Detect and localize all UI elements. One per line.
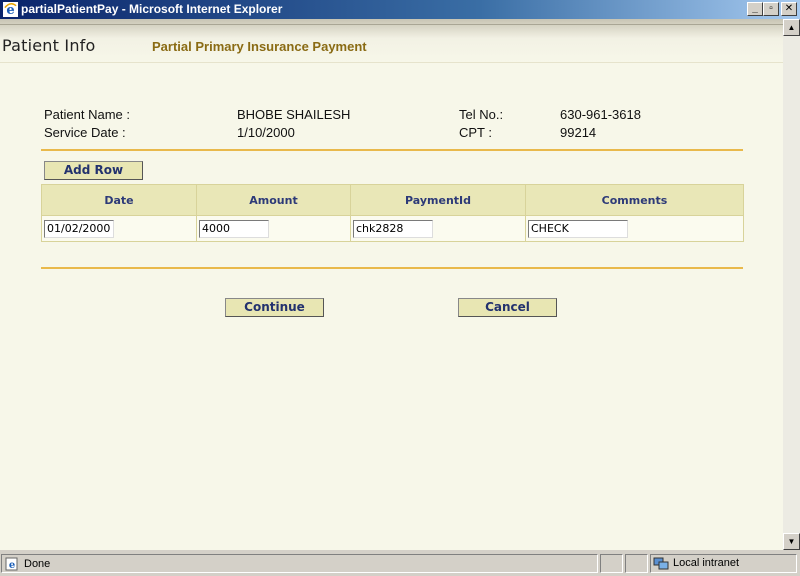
cancel-button[interactable]: Cancel: [458, 298, 557, 317]
table-header-row: Date Amount PaymentId Comments: [41, 184, 744, 216]
add-row-button[interactable]: Add Row: [44, 161, 143, 180]
tel-value: 630-961-3618: [560, 107, 641, 122]
status-pane-blank-2: [625, 554, 648, 573]
window-title: partialPatientPay - Microsoft Internet E…: [21, 2, 283, 16]
comments-input[interactable]: [528, 219, 628, 238]
payment-id-cell: [350, 215, 526, 242]
date-cell: [41, 215, 197, 242]
scroll-down-button[interactable]: ▼: [783, 533, 800, 550]
page-content: Patient Info Partial Primary Insurance P…: [0, 19, 783, 550]
page-subtitle: Partial Primary Insurance Payment: [152, 39, 367, 54]
header-rule: [0, 24, 783, 25]
cpt-label: CPT :: [459, 125, 492, 140]
column-header-comments: Comments: [525, 184, 744, 216]
vertical-scrollbar[interactable]: ▲ ▼: [783, 19, 800, 550]
minimize-button[interactable]: _: [747, 2, 763, 16]
svg-text:e: e: [9, 560, 15, 571]
comments-cell: [525, 215, 744, 242]
maximize-button[interactable]: ▫: [763, 2, 779, 16]
window-title-bar[interactable]: e partialPatientPay - Microsoft Internet…: [0, 0, 800, 19]
continue-button[interactable]: Continue: [225, 298, 324, 317]
payment-table: Date Amount PaymentId Comments: [41, 184, 744, 242]
ie-page-icon: e: [5, 557, 18, 571]
tel-label: Tel No.:: [459, 107, 504, 122]
column-header-date: Date: [41, 184, 197, 216]
payment-id-input[interactable]: [353, 219, 433, 238]
app-title: Patient Info: [2, 36, 96, 55]
zone-text: Local intranet: [673, 557, 740, 569]
amount-input[interactable]: [199, 219, 269, 238]
patient-name-value: BHOBE SHAILESH: [237, 107, 351, 122]
intranet-zone-icon: [653, 557, 669, 570]
column-header-amount: Amount: [196, 184, 351, 216]
divider-bottom: [41, 267, 743, 269]
divider-top: [41, 149, 743, 151]
header-band: Patient Info Partial Primary Insurance P…: [0, 19, 783, 63]
patient-name-label: Patient Name :: [44, 107, 130, 122]
amount-cell: [196, 215, 351, 242]
status-bar: e Done Local intranet: [0, 552, 800, 576]
service-date-value: 1/10/2000: [237, 125, 295, 140]
close-button[interactable]: ✕: [781, 2, 797, 16]
date-input[interactable]: [44, 219, 114, 238]
ie-icon: e: [3, 2, 18, 17]
status-text: Done: [24, 558, 51, 570]
status-pane-zone: Local intranet: [650, 554, 797, 573]
status-pane-blank-1: [600, 554, 623, 573]
scroll-up-button[interactable]: ▲: [783, 19, 800, 36]
column-header-payment-id: PaymentId: [350, 184, 526, 216]
service-date-label: Service Date :: [44, 125, 126, 140]
status-pane-main: e Done: [1, 554, 598, 573]
cpt-value: 99214: [560, 125, 597, 140]
table-row: [41, 215, 744, 242]
